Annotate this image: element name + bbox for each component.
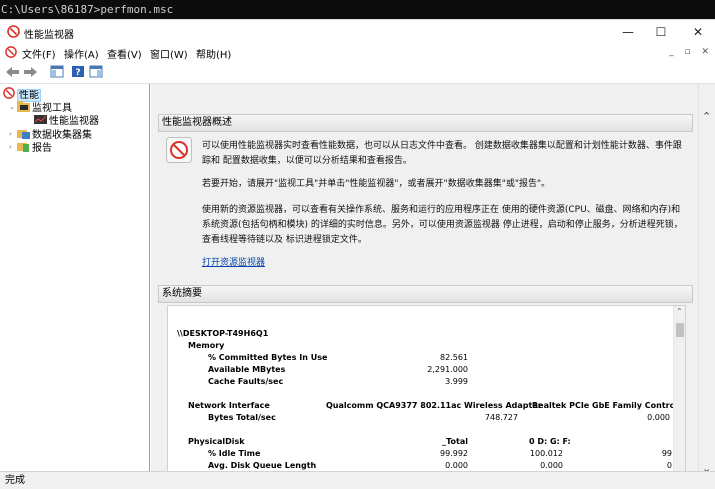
counter-value: 0.000 <box>540 461 563 470</box>
tree-label-data-collector-sets: 数据收集器集 <box>32 130 92 141</box>
expand-chevron-icon[interactable]: › <box>9 128 17 141</box>
system-summary-table: \\DESKTOP-T49H6Q1 Memory % Committed Byt… <box>167 305 686 471</box>
show-hide-tree-icon[interactable] <box>50 65 66 79</box>
toolbar: ? <box>0 62 715 84</box>
menu-action[interactable]: 操作(A) <box>64 46 99 61</box>
data-collector-icon <box>17 128 30 139</box>
mdi-window-controls[interactable]: _ ▫ ✕ <box>669 47 713 57</box>
back-arrow-icon[interactable] <box>5 65 21 79</box>
counter-name: % Idle Time <box>208 449 261 458</box>
open-resource-monitor-link[interactable]: 打开资源监视器 <box>202 258 265 268</box>
counter-value: 0 <box>666 461 672 470</box>
scroll-up-arrow-icon[interactable]: ⌃ <box>702 110 711 123</box>
console-command-line: C:\Users\86187>perfmon.msc <box>0 0 715 19</box>
report-icon <box>17 141 30 152</box>
summary-scrollbar[interactable]: ⌃ <box>673 306 685 471</box>
system-menu-icon[interactable] <box>5 46 17 61</box>
forward-arrow-icon[interactable] <box>22 65 38 79</box>
monitor-chart-icon <box>34 114 47 125</box>
perfmon-icon <box>3 87 16 99</box>
help-icon[interactable]: ? <box>71 65 87 79</box>
network-column-1: Qualcomm QCA9377 802.11ac Wireless Adapt… <box>326 401 542 410</box>
network-column-2: Realtek PCIe GbE Family Controller <box>532 401 686 410</box>
tree-label-performance: 性能 <box>17 89 41 102</box>
content-pane: 性能监视器概述 可以使用性能监视器实时查看性能数据，也可以从日志文件中查看。 创… <box>151 84 715 471</box>
tree-label-monitoring-tools: 监视工具 <box>32 103 72 114</box>
navigation-tree: 性能 ⌄ 监视工具 性能监视器 › 数据收集器集 › 报告 <box>0 84 150 471</box>
overview-paragraph-2: 若要开始，请展开"监视工具"并单击"性能监视器"，或者展开"数据收集器集"或"报… <box>202 179 551 189</box>
disk-column-1: _Total <box>442 437 468 446</box>
counter-name: Avg. Disk Queue Length <box>208 461 317 470</box>
scroll-up-arrow-icon[interactable]: ⌃ <box>676 307 683 316</box>
close-button[interactable]: ✕ <box>680 22 715 42</box>
status-bar: 完成 <box>0 471 715 489</box>
counter-name: Available MBytes <box>208 365 286 374</box>
folder-tools-icon <box>17 101 30 112</box>
menu-help[interactable]: 帮助(H) <box>196 46 231 61</box>
tree-label-reports: 报告 <box>32 143 52 154</box>
tree-item-performance[interactable]: 性能 <box>3 87 41 102</box>
show-action-pane-icon[interactable] <box>89 65 105 79</box>
collapse-chevron-icon[interactable]: ⌄ <box>9 101 17 114</box>
memory-label: Memory <box>188 341 225 350</box>
counter-value: 0.000 <box>647 413 670 422</box>
tree-item-data-collector-sets[interactable]: › 数据收集器集 <box>9 128 92 141</box>
perfmon-large-icon <box>166 137 192 163</box>
tree-label-perf-monitor: 性能监视器 <box>49 116 99 127</box>
tree-item-perf-monitor[interactable]: 性能监视器 <box>34 114 99 127</box>
counter-name: Bytes Total/sec <box>208 413 276 422</box>
expand-chevron-icon[interactable]: › <box>9 141 17 154</box>
counter-value: 99.992 <box>440 449 468 458</box>
tree-item-monitoring-tools[interactable]: ⌄ 监视工具 <box>9 101 72 114</box>
overview-paragraph-3: 使用新的资源监视器，可以查看有关操作系统、服务和运行的应用程序正在 使用的硬件资… <box>202 205 683 245</box>
svg-text:?: ? <box>75 68 80 78</box>
counter-value: 2,291.000 <box>427 365 468 374</box>
counter-value: 3.999 <box>445 377 468 386</box>
summary-host: \\DESKTOP-T49H6Q1 <box>177 329 269 338</box>
menu-window[interactable]: 窗口(W) <box>150 46 188 61</box>
physicaldisk-label: PhysicalDisk <box>188 437 245 446</box>
content-scrollbar[interactable]: ⌃ ⌄ <box>698 84 715 475</box>
summary-scroll-thumb[interactable] <box>676 323 684 337</box>
title-bar: 性能监视器 — ☐ ✕ <box>0 20 715 44</box>
counter-value: 100.012 <box>529 449 563 458</box>
menu-view[interactable]: 查看(V) <box>107 46 142 61</box>
overview-paragraph-1: 可以使用性能监视器实时查看性能数据，也可以从日志文件中查看。 创建数据收集器集以… <box>202 141 682 166</box>
overview-section-header[interactable]: 性能监视器概述 <box>158 114 693 132</box>
counter-value: 748.727 <box>484 413 518 422</box>
counter-name: Cache Faults/sec <box>208 377 284 386</box>
minimize-button[interactable]: — <box>610 22 646 42</box>
perfmon-app-icon <box>7 25 20 41</box>
counter-value: 82.561 <box>440 353 468 362</box>
perfmon-window: 性能监视器 — ☐ ✕ 文件(F) 操作(A) 查看(V) 窗口(W) 帮助(H… <box>0 19 715 489</box>
overview-panel: 可以使用性能监视器实时查看性能数据，也可以从日志文件中查看。 创建数据收集器集以… <box>158 133 693 274</box>
counter-name: % Committed Bytes In Use <box>208 353 328 362</box>
window-title: 性能监视器 <box>24 30 74 41</box>
menu-file[interactable]: 文件(F) <box>22 46 56 61</box>
disk-column-2: 0 D: G: F: <box>529 437 571 446</box>
menu-bar: 文件(F) 操作(A) 查看(V) 窗口(W) 帮助(H) _ ▫ ✕ <box>0 44 715 62</box>
tree-item-reports[interactable]: › 报告 <box>9 141 52 154</box>
maximize-button[interactable]: ☐ <box>643 22 679 42</box>
network-label: Network Interface <box>188 401 270 410</box>
counter-value: 0.000 <box>445 461 468 470</box>
summary-section-header[interactable]: 系统摘要 <box>158 285 693 303</box>
counter-value: 99 <box>661 449 672 458</box>
